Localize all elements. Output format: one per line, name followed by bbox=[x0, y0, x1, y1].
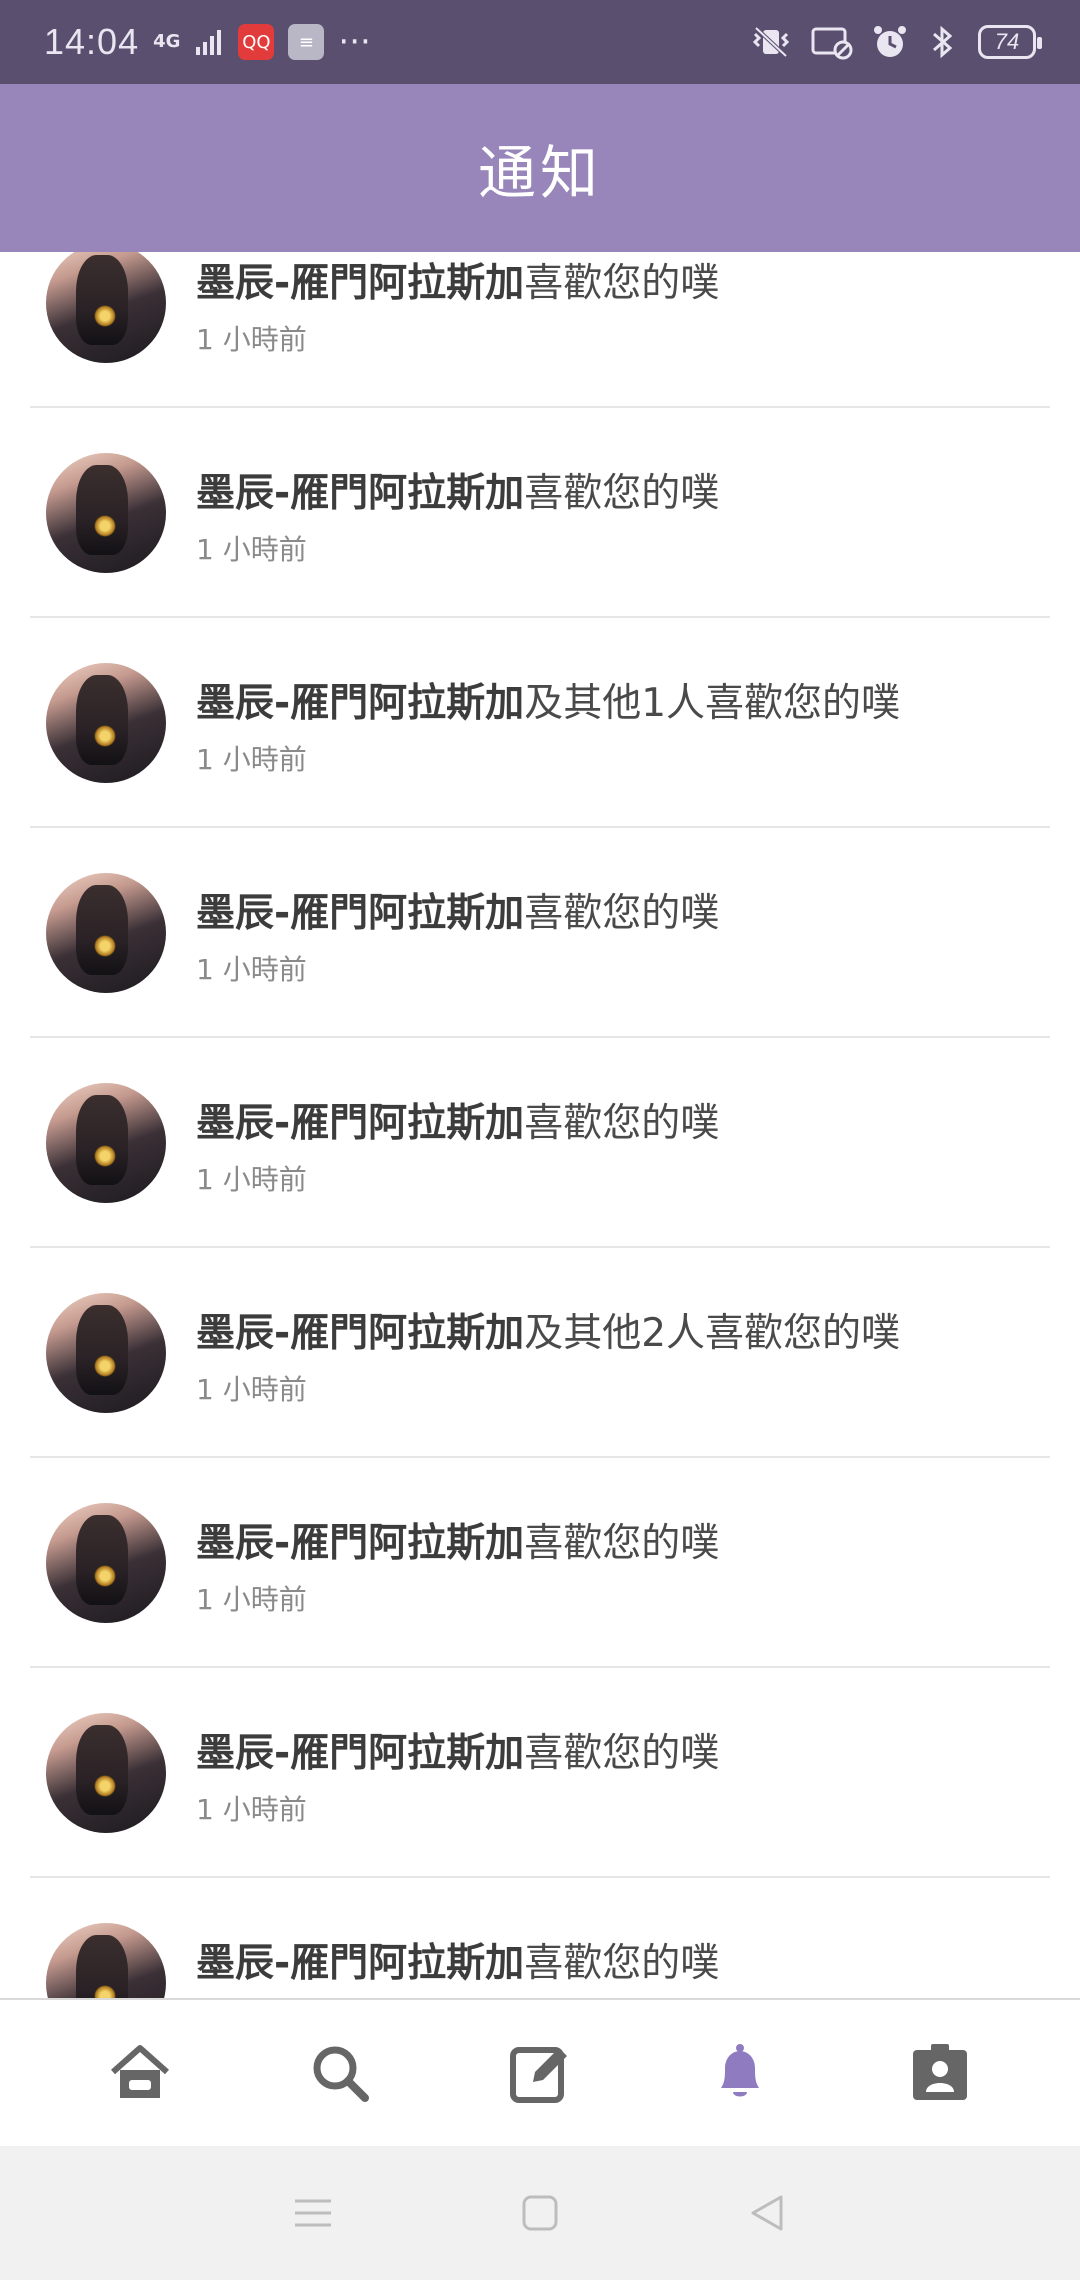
notification-message: 墨辰-雁門阿拉斯加喜歡您的噗 bbox=[196, 1092, 1030, 1148]
avatar[interactable] bbox=[46, 1293, 166, 1413]
system-navigation-bar bbox=[0, 2146, 1080, 2280]
notification-message: 墨辰-雁門阿拉斯加喜歡您的噗 bbox=[196, 882, 1030, 938]
notification-item[interactable]: 墨辰-雁門阿拉斯加喜歡您的噗 1 小時前 bbox=[30, 1038, 1050, 1248]
notification-time: 1 小時前 bbox=[196, 1793, 307, 1826]
notification-message: 墨辰-雁門阿拉斯加喜歡您的噗 bbox=[196, 1512, 1030, 1568]
notification-username[interactable]: 墨辰-雁門阿拉斯加 bbox=[196, 471, 524, 516]
notification-action: 及其他2人喜歡您的噗 bbox=[524, 1311, 901, 1356]
notification-action: 喜歡您的噗 bbox=[524, 261, 720, 306]
notification-item[interactable]: 墨辰-雁門阿拉斯加及其他1人喜歡您的噗 1 小時前 bbox=[30, 618, 1050, 828]
notification-item[interactable]: 墨辰-雁門阿拉斯加喜歡您的噗 1 小時前 bbox=[30, 1668, 1050, 1878]
notification-list-content: 墨辰-雁門阿拉斯加喜歡您的噗 1 小時前 墨辰-雁門阿拉斯加喜歡您的噗 1 小時前 墨辰… bbox=[0, 252, 1080, 1998]
notification-time: 1 小時前 bbox=[196, 533, 307, 566]
cast-off-icon bbox=[811, 27, 853, 60]
alarm-icon bbox=[874, 26, 906, 57]
page-title: 通知 bbox=[477, 139, 602, 207]
status-time: 14:04 bbox=[44, 21, 140, 62]
notification-message: 墨辰-雁門阿拉斯加及其他1人喜歡您的噗 bbox=[196, 672, 1030, 728]
notification-time: 1 小時前 bbox=[196, 953, 307, 986]
app-header: 通知 bbox=[0, 84, 1080, 252]
layers-app-icon: ≡ bbox=[288, 24, 325, 60]
home-square-icon[interactable] bbox=[518, 2191, 562, 2235]
notification-username[interactable]: 墨辰-雁門阿拉斯加 bbox=[196, 1521, 524, 1566]
notification-text: 墨辰-雁門阿拉斯加喜歡您的噗 1 小時前 bbox=[196, 882, 1030, 988]
notification-item[interactable]: 墨辰-雁門阿拉斯加喜歡您的噗 1 小時前 bbox=[30, 408, 1050, 618]
avatar[interactable] bbox=[46, 1923, 166, 1998]
notification-item[interactable]: 墨辰-雁門阿拉斯加喜歡您的噗 1 小時前 bbox=[30, 252, 1050, 408]
notification-action: 喜歡您的噗 bbox=[524, 1731, 720, 1776]
notification-time: 1 小時前 bbox=[196, 1583, 307, 1616]
notification-action: 喜歡您的噗 bbox=[524, 891, 720, 936]
notification-message: 墨辰-雁門阿拉斯加及其他2人喜歡您的噗 bbox=[196, 1302, 1030, 1358]
compose-icon bbox=[510, 2047, 567, 2103]
notification-text: 墨辰-雁門阿拉斯加喜歡您的噗 1 小時前 bbox=[196, 1722, 1030, 1828]
avatar[interactable] bbox=[46, 1503, 166, 1623]
notification-item[interactable]: 墨辰-雁門阿拉斯加喜歡您的噗 1 小時前 bbox=[30, 1458, 1050, 1668]
notification-username[interactable]: 墨辰-雁門阿拉斯加 bbox=[196, 1941, 524, 1986]
avatar[interactable] bbox=[46, 453, 166, 573]
notification-username[interactable]: 墨辰-雁門阿拉斯加 bbox=[196, 1731, 524, 1776]
app-notification-icon: QQ bbox=[238, 24, 275, 60]
bottom-navigation bbox=[0, 1998, 1080, 2146]
notification-item[interactable]: 墨辰-雁門阿拉斯加喜歡您的噗 1 小時前 bbox=[30, 828, 1050, 1038]
notification-text: 墨辰-雁門阿拉斯加及其他2人喜歡您的噗 1 小時前 bbox=[196, 1302, 1030, 1408]
notification-message: 墨辰-雁門阿拉斯加喜歡您的噗 bbox=[196, 1932, 1030, 1988]
notification-username[interactable]: 墨辰-雁門阿拉斯加 bbox=[196, 1311, 524, 1356]
back-triangle-icon[interactable] bbox=[745, 2191, 789, 2235]
notification-list[interactable]: 墨辰-雁門阿拉斯加喜歡您的噗 1 小時前 墨辰-雁門阿拉斯加喜歡您的噗 1 小時前 墨辰… bbox=[0, 252, 1080, 1998]
profile-card-icon bbox=[913, 2044, 967, 2100]
vibrate-off-icon bbox=[752, 26, 790, 58]
notification-username[interactable]: 墨辰-雁門阿拉斯加 bbox=[196, 261, 524, 306]
more-notifications-icon: ··· bbox=[338, 22, 371, 62]
avatar[interactable] bbox=[46, 873, 166, 993]
nav-compose-button[interactable] bbox=[480, 2013, 600, 2133]
nav-notifications-button[interactable] bbox=[680, 2013, 800, 2133]
notification-message: 墨辰-雁門阿拉斯加喜歡您的噗 bbox=[196, 252, 1030, 308]
nav-search-button[interactable] bbox=[280, 2013, 400, 2133]
search-icon bbox=[313, 2046, 369, 2102]
notification-action: 喜歡您的噗 bbox=[524, 1941, 720, 1986]
avatar[interactable] bbox=[46, 1713, 166, 1833]
avatar[interactable] bbox=[46, 663, 166, 783]
bluetooth-icon bbox=[933, 25, 953, 59]
battery-icon: 74 bbox=[978, 25, 1042, 59]
notification-time: 1 小時前 bbox=[196, 1163, 307, 1196]
bell-icon bbox=[721, 2044, 759, 2097]
menu-icon[interactable] bbox=[291, 2191, 335, 2235]
notification-text: 墨辰-雁門阿拉斯加喜歡您的噗 1 小時前 bbox=[196, 1092, 1030, 1198]
notification-text: 墨辰-雁門阿拉斯加喜歡您的噗 bbox=[196, 1932, 1030, 1998]
notification-time: 1 小時前 bbox=[196, 323, 307, 356]
notification-username[interactable]: 墨辰-雁門阿拉斯加 bbox=[196, 891, 524, 936]
notification-item[interactable]: 墨辰-雁門阿拉斯加及其他2人喜歡您的噗 1 小時前 bbox=[30, 1248, 1050, 1458]
home-icon bbox=[111, 2045, 169, 2098]
notification-text: 墨辰-雁門阿拉斯加及其他1人喜歡您的噗 1 小時前 bbox=[196, 672, 1030, 778]
network-type-indicator: 4G bbox=[153, 31, 181, 52]
notification-item[interactable]: 墨辰-雁門阿拉斯加喜歡您的噗 bbox=[30, 1878, 1050, 1998]
status-bar: 14:04 4G QQ ≡ ··· 74 bbox=[0, 0, 1080, 84]
signal-icon bbox=[196, 30, 222, 55]
notification-username[interactable]: 墨辰-雁門阿拉斯加 bbox=[196, 681, 524, 726]
notification-message: 墨辰-雁門阿拉斯加喜歡您的噗 bbox=[196, 1722, 1030, 1778]
notification-action: 喜歡您的噗 bbox=[524, 1521, 720, 1566]
notification-action: 及其他1人喜歡您的噗 bbox=[524, 681, 901, 726]
nav-home-button[interactable] bbox=[80, 2013, 200, 2133]
notification-time: 1 小時前 bbox=[196, 743, 307, 776]
notification-text: 墨辰-雁門阿拉斯加喜歡您的噗 1 小時前 bbox=[196, 252, 1030, 358]
notification-username[interactable]: 墨辰-雁門阿拉斯加 bbox=[196, 1101, 524, 1146]
nav-profile-button[interactable] bbox=[880, 2013, 1000, 2133]
notification-message: 墨辰-雁門阿拉斯加喜歡您的噗 bbox=[196, 462, 1030, 518]
notification-time: 1 小時前 bbox=[196, 1373, 307, 1406]
avatar[interactable] bbox=[46, 1083, 166, 1203]
notification-action: 喜歡您的噗 bbox=[524, 471, 720, 516]
notification-text: 墨辰-雁門阿拉斯加喜歡您的噗 1 小時前 bbox=[196, 1512, 1030, 1618]
notification-action: 喜歡您的噗 bbox=[524, 1101, 720, 1146]
notification-text: 墨辰-雁門阿拉斯加喜歡您的噗 1 小時前 bbox=[196, 462, 1030, 568]
avatar[interactable] bbox=[46, 252, 166, 363]
